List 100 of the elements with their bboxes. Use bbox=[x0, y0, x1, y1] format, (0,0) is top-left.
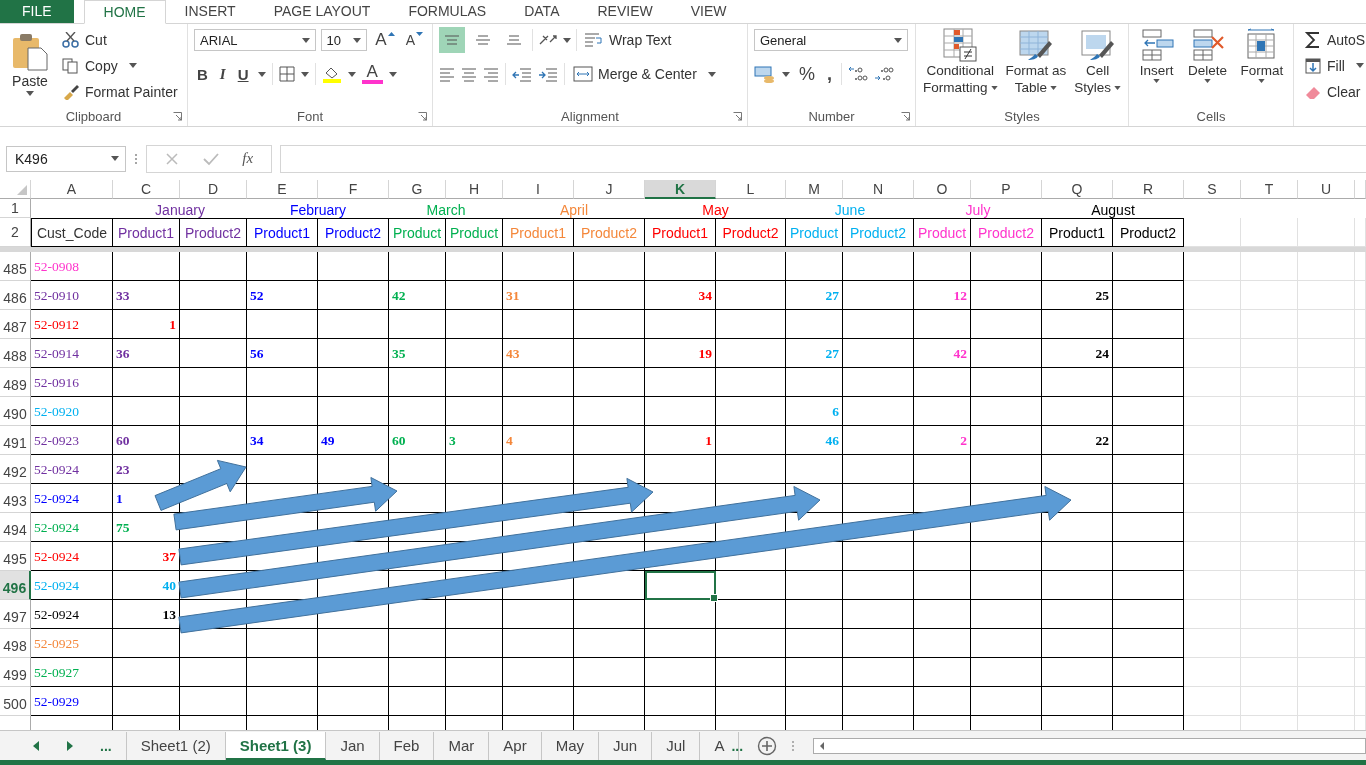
scroll-right-icon[interactable] bbox=[66, 740, 74, 751]
column-header[interactable]: C bbox=[140, 181, 152, 197]
format-painter-button[interactable]: Format Painter bbox=[60, 80, 180, 103]
ribbon-tab[interactable]: REVIEW bbox=[578, 0, 672, 23]
style-button[interactable]: Format as Table bbox=[1003, 26, 1069, 106]
row-header[interactable]: 495 bbox=[3, 551, 27, 567]
selected-cell[interactable] bbox=[645, 571, 716, 600]
dialog-launcher-icon[interactable] bbox=[418, 112, 427, 121]
shrink-font-button[interactable]: A bbox=[402, 29, 426, 51]
currency-icon[interactable] bbox=[754, 65, 776, 83]
copy-button[interactable]: Copy bbox=[60, 54, 180, 77]
sheet-tab[interactable]: Sheet1 (3) bbox=[225, 731, 327, 760]
font-size-field[interactable]: 10 bbox=[320, 29, 368, 51]
ribbon-tab[interactable]: PAGE LAYOUT bbox=[254, 0, 390, 23]
caret-icon[interactable] bbox=[257, 71, 266, 77]
sheet-tab[interactable]: Mar bbox=[434, 731, 490, 760]
column-header[interactable]: M bbox=[808, 181, 820, 197]
dialog-launcher-icon[interactable] bbox=[173, 112, 182, 121]
align-right-icon[interactable] bbox=[483, 66, 499, 82]
decrease-decimal-icon[interactable] bbox=[874, 65, 895, 83]
ribbon-tab[interactable]: FILE bbox=[0, 0, 74, 23]
row-header[interactable]: 499 bbox=[3, 667, 27, 683]
style-button[interactable]: Cell Styles bbox=[1072, 26, 1123, 106]
style-button[interactable]: Conditional Formatting bbox=[921, 26, 1000, 106]
font-color-button[interactable]: A bbox=[361, 64, 383, 84]
increase-decimal-icon[interactable] bbox=[848, 65, 869, 83]
ribbon-tab[interactable]: INSERT bbox=[165, 0, 255, 23]
caret-icon[interactable] bbox=[563, 37, 571, 43]
sheet-tab[interactable]: Sheet1 (2) bbox=[125, 731, 226, 760]
row-header[interactable]: 490 bbox=[3, 406, 27, 422]
editing-button[interactable]: Fill bbox=[1302, 54, 1366, 77]
ribbon-tab[interactable]: VIEW bbox=[671, 0, 746, 23]
underline-button[interactable]: U bbox=[234, 63, 252, 85]
column-header[interactable]: S bbox=[1207, 181, 1217, 197]
column-header[interactable]: R bbox=[1142, 181, 1154, 197]
percent-button[interactable]: % bbox=[796, 63, 818, 85]
row-header[interactable]: 497 bbox=[3, 609, 27, 625]
column-header[interactable]: L bbox=[746, 181, 755, 197]
row-header[interactable]: 494 bbox=[3, 522, 27, 538]
grow-font-button[interactable]: A bbox=[372, 29, 398, 51]
row-header[interactable]: 486 bbox=[3, 290, 27, 306]
row-header[interactable]: 492 bbox=[3, 464, 27, 480]
sheet-tab[interactable]: Apr bbox=[489, 731, 542, 760]
column-header[interactable]: N bbox=[872, 181, 884, 197]
comma-button[interactable]: , bbox=[824, 63, 836, 85]
check-icon[interactable] bbox=[202, 151, 219, 166]
sheet-tab[interactable]: Feb bbox=[379, 731, 435, 760]
sheet-tab[interactable]: Jan bbox=[326, 731, 380, 760]
column-header[interactable]: F bbox=[348, 181, 358, 197]
row-header[interactable]: 493 bbox=[3, 493, 27, 509]
column-header[interactable]: P bbox=[1001, 181, 1011, 197]
column-header[interactable]: A bbox=[66, 181, 77, 197]
add-sheet-icon[interactable] bbox=[757, 735, 778, 756]
align-center-icon[interactable] bbox=[461, 66, 477, 82]
caret-icon[interactable] bbox=[300, 71, 309, 77]
caret-icon[interactable] bbox=[347, 71, 356, 77]
column-header[interactable]: G bbox=[411, 181, 423, 197]
row-header[interactable]: 500 bbox=[3, 696, 27, 712]
dialog-launcher-icon[interactable] bbox=[901, 112, 910, 121]
sheet-tab[interactable]: Jul bbox=[652, 731, 701, 760]
insert-function-button[interactable]: fx bbox=[242, 150, 254, 167]
column-header[interactable]: E bbox=[277, 181, 287, 197]
increase-indent-icon[interactable] bbox=[538, 66, 558, 82]
cells-button[interactable]: Insert bbox=[1136, 26, 1177, 106]
name-box[interactable]: K496 bbox=[6, 145, 126, 172]
row-header[interactable]: 488 bbox=[3, 348, 27, 364]
editing-button[interactable]: Clear bbox=[1302, 80, 1366, 103]
formula-input[interactable] bbox=[280, 144, 1366, 173]
sheet-tab[interactable]: May bbox=[541, 731, 599, 760]
row-header[interactable]: 1 bbox=[11, 200, 19, 216]
caret-icon[interactable] bbox=[782, 71, 790, 77]
column-header[interactable]: I bbox=[536, 181, 540, 197]
column-header[interactable]: T bbox=[1264, 181, 1274, 197]
column-header[interactable]: H bbox=[468, 181, 480, 197]
decrease-indent-icon[interactable] bbox=[512, 66, 532, 82]
number-format-field[interactable]: General bbox=[754, 29, 908, 51]
column-header[interactable]: J bbox=[605, 181, 613, 197]
align-left-icon[interactable] bbox=[439, 66, 455, 82]
caret-icon[interactable] bbox=[388, 71, 397, 77]
merge-center-button[interactable]: Merge & Center bbox=[571, 62, 718, 86]
cut-button[interactable]: Cut bbox=[60, 28, 180, 51]
font-family-field[interactable]: ARIAL bbox=[194, 29, 316, 51]
column-header[interactable]: K bbox=[674, 180, 686, 197]
fill-color-icon[interactable] bbox=[321, 65, 342, 83]
paste-button[interactable]: Paste bbox=[6, 28, 54, 106]
row-header[interactable]: 489 bbox=[3, 377, 27, 393]
row-header[interactable]: 491 bbox=[3, 435, 27, 451]
cells-button[interactable]: Format bbox=[1238, 26, 1286, 106]
column-header[interactable]: O bbox=[936, 181, 948, 197]
ribbon-tab[interactable]: HOME bbox=[83, 0, 166, 24]
ribbon-tab[interactable]: FORMULAS bbox=[389, 0, 506, 23]
scroll-left-icon[interactable] bbox=[32, 740, 40, 751]
more-sheets[interactable]: ... bbox=[100, 737, 112, 754]
ribbon-tab[interactable]: DATA bbox=[505, 0, 579, 23]
bold-button[interactable]: B bbox=[194, 63, 211, 85]
wrap-text-button[interactable]: Wrap Text bbox=[582, 28, 674, 52]
row-header[interactable]: 498 bbox=[3, 638, 27, 654]
column-header[interactable]: U bbox=[1320, 181, 1332, 197]
cells-button[interactable]: Delete bbox=[1186, 26, 1230, 106]
row-header[interactable]: 485 bbox=[3, 261, 27, 277]
